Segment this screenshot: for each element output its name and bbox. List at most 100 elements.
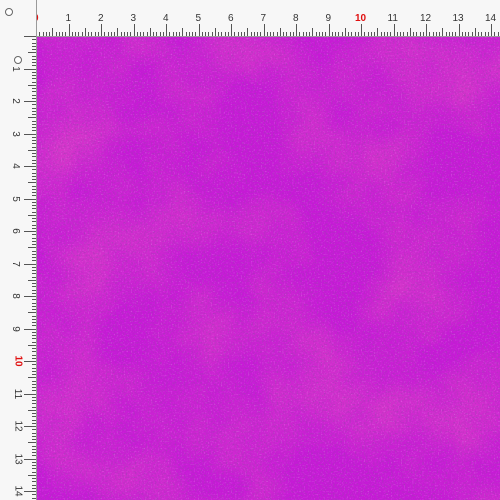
ruler-tick xyxy=(32,221,36,223)
ruler-tick xyxy=(302,32,304,36)
ruler-label-top: 11 xyxy=(387,13,398,24)
ruler-tick xyxy=(32,143,36,145)
ruler-tick xyxy=(32,292,36,294)
ruler-tick xyxy=(28,84,36,86)
ruler-label-left: 7 xyxy=(9,260,21,267)
ruler-tick xyxy=(133,24,135,36)
ruler-tick xyxy=(273,32,275,36)
ruler-tick xyxy=(52,28,54,36)
ruler-tick xyxy=(32,136,36,138)
ruler-tick xyxy=(435,32,437,36)
ruler-tick xyxy=(32,429,36,431)
ruler-tick xyxy=(32,390,36,392)
ruler-tick xyxy=(127,32,128,36)
ruler-tick xyxy=(32,335,36,336)
ruler-tick xyxy=(218,32,219,36)
ruler-tick xyxy=(32,156,36,158)
ruler-tick xyxy=(32,309,36,310)
ruler-tick xyxy=(32,127,36,128)
ruler-tick xyxy=(110,32,112,36)
ruler-tick xyxy=(335,32,336,36)
ruler-tick xyxy=(32,211,36,213)
ruler-tick xyxy=(344,28,346,36)
ruler-tick xyxy=(32,315,36,317)
ruler-tick xyxy=(32,45,36,47)
ruler-tick xyxy=(32,260,36,262)
ruler-tick xyxy=(28,52,36,54)
ruler-tick xyxy=(78,32,80,36)
ruler-pin-icon xyxy=(14,56,22,64)
ruler-tick xyxy=(309,32,310,36)
ruler-tick xyxy=(409,28,411,36)
ruler-tick xyxy=(315,32,317,36)
ruler-tick xyxy=(169,32,171,36)
ruler-tick xyxy=(198,24,200,36)
ruler-label-top: 8 xyxy=(293,13,299,24)
ruler-tick xyxy=(325,32,327,36)
ruler-tick xyxy=(172,32,174,36)
ruler-label-top: 6 xyxy=(228,13,234,24)
ruler-tick xyxy=(341,32,343,36)
ruler-tick xyxy=(32,465,36,466)
ruler-tick xyxy=(32,302,36,304)
ruler-tick xyxy=(32,435,36,437)
ruler-tick xyxy=(247,28,249,36)
ruler-tick xyxy=(49,32,50,36)
ruler-tick xyxy=(75,32,76,36)
ruler-tick xyxy=(328,24,330,36)
ruler-label-left: 1 xyxy=(9,65,21,72)
ruler-tick xyxy=(32,289,36,291)
ruler-tick xyxy=(32,107,36,109)
ruler-tick xyxy=(211,32,213,36)
ruler-tick xyxy=(32,406,36,408)
ruler-tick xyxy=(305,32,307,36)
ruler-tick xyxy=(260,32,262,36)
ruler-tick xyxy=(28,149,36,151)
ruler-label-top: 13 xyxy=(452,13,464,24)
ruler-tick xyxy=(123,32,125,36)
ruler-tick xyxy=(81,32,83,36)
ruler-tick xyxy=(32,104,36,106)
ruler-tick xyxy=(58,32,60,36)
ruler-tick xyxy=(162,32,164,36)
ruler-tick xyxy=(403,32,405,36)
ruler-tick xyxy=(491,24,492,36)
ruler-tick xyxy=(114,32,115,36)
ruler-tick xyxy=(429,32,431,36)
ruler-tick xyxy=(442,28,444,36)
ruler-tick xyxy=(84,28,86,36)
ruler-tick xyxy=(494,32,496,36)
ruler-tick xyxy=(32,299,36,301)
ruler-tick xyxy=(32,432,36,434)
ruler-tick xyxy=(32,42,36,44)
ruler-label-left: 12 xyxy=(12,420,24,432)
ruler-tick xyxy=(32,374,36,375)
ruler-tick xyxy=(32,195,36,197)
ruler-tick xyxy=(32,179,36,180)
fabric-texture xyxy=(37,37,500,500)
ruler-tick xyxy=(32,234,36,236)
ruler-corner xyxy=(0,0,36,64)
ruler-tick xyxy=(455,32,457,36)
ruler-tick xyxy=(361,24,362,36)
ruler-top: 01234567891011121314 xyxy=(0,0,500,37)
ruler-tick xyxy=(32,110,36,112)
ruler-tick xyxy=(32,71,36,73)
ruler-tick xyxy=(32,318,36,320)
ruler-tick xyxy=(24,361,36,362)
ruler-tick xyxy=(374,32,375,36)
ruler-tick xyxy=(32,201,36,203)
ruler-label-top: 9 xyxy=(325,13,332,24)
ruler-tick xyxy=(32,75,36,76)
ruler-tick xyxy=(32,305,36,307)
ruler-tick xyxy=(32,484,36,486)
ruler-tick xyxy=(24,296,36,297)
ruler-tick xyxy=(101,24,102,36)
ruler-tick xyxy=(32,257,36,258)
ruler-tick xyxy=(331,32,333,36)
ruler-tick xyxy=(156,32,158,36)
ruler-label-top: 1 xyxy=(65,13,72,24)
ruler-tick xyxy=(224,32,226,36)
ruler-label-left: 4 xyxy=(9,163,21,169)
ruler-tick xyxy=(393,24,395,36)
